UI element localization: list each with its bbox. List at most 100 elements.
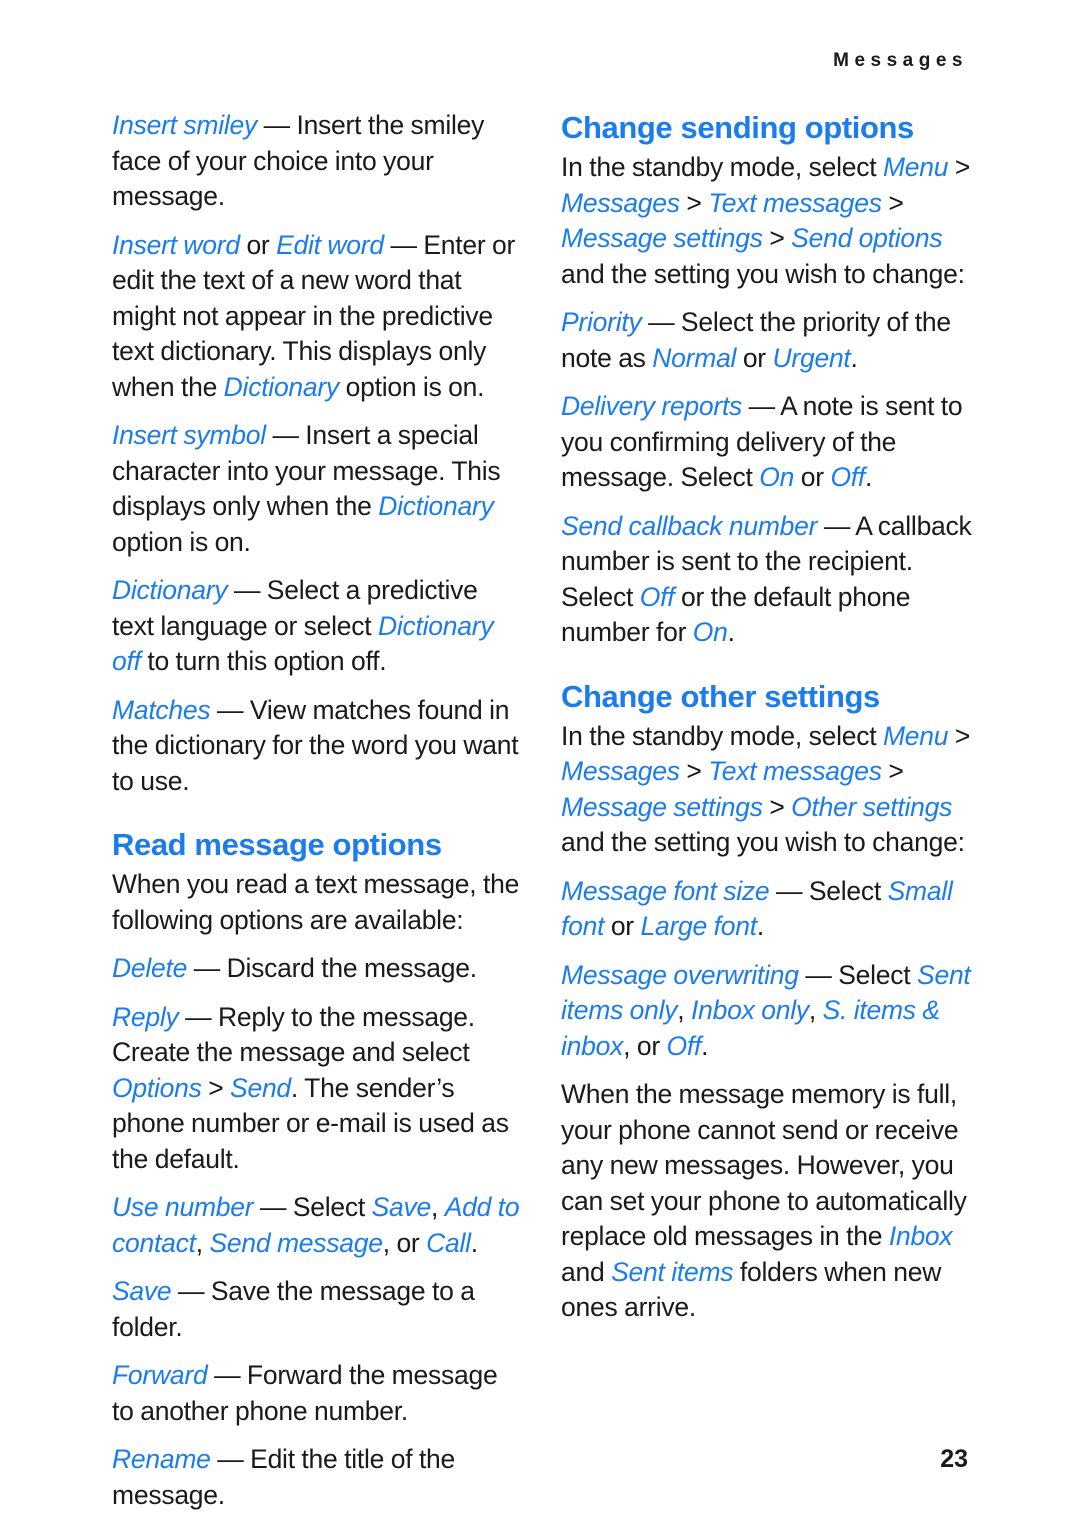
body-text: or	[736, 342, 773, 373]
page-number: 23	[940, 1445, 968, 1473]
body-text: .	[701, 1030, 709, 1061]
ui-term: Send options	[791, 223, 943, 253]
body-text: or	[239, 229, 277, 260]
left-column: Insert smiley — Insert the smiley face o…	[112, 108, 523, 1513]
ui-term: Delete	[112, 953, 188, 983]
body-text: or	[794, 462, 831, 492]
body-text: .	[865, 462, 873, 492]
ui-term: Normal	[652, 342, 737, 373]
ui-term: Large font	[640, 911, 758, 941]
para-matches: Matches — View matches found in the dict…	[112, 693, 523, 800]
page-body: Insert smiley — Insert the smiley face o…	[112, 108, 972, 1513]
ui-term: Menu	[882, 152, 949, 182]
body-text: In the standby mode, select	[561, 152, 883, 182]
body-text: >	[948, 152, 971, 182]
ui-term: Message font size	[561, 875, 770, 906]
body-text: .	[850, 342, 858, 373]
body-text: When you read a text message, the follow…	[112, 869, 520, 935]
heading-change-sending-options: Change sending options	[561, 110, 914, 145]
ui-term: Insert symbol	[112, 420, 266, 450]
ui-term: Send	[230, 1072, 291, 1103]
ui-term: Edit word	[276, 229, 384, 260]
ui-term: Insert word	[112, 229, 240, 260]
ui-term: Text messages	[708, 756, 882, 786]
body-text: option is on.	[339, 371, 485, 402]
body-text: >	[679, 756, 709, 786]
running-head: Messages	[833, 50, 968, 71]
body-text: In the standby mode, select	[561, 720, 883, 751]
ui-term: Send callback number	[561, 510, 818, 541]
ui-term: Messages	[561, 756, 680, 786]
ui-term: Message settings	[561, 791, 763, 822]
body-text: ,	[808, 995, 823, 1025]
para-send-callback-number: Send callback number — A callback number…	[561, 509, 972, 651]
body-text: >	[762, 791, 792, 822]
ui-term: Message overwriting	[561, 959, 799, 990]
para-save: Save — Save the message to a folder.	[112, 1274, 523, 1345]
body-text: >	[881, 756, 904, 786]
para-reply: Reply — Reply to the message. Create the…	[112, 1000, 523, 1178]
ui-term: Save	[371, 1192, 432, 1222]
body-text: and the setting you wish to change:	[561, 258, 965, 289]
ui-term: Dictionary	[112, 575, 228, 605]
body-text: .	[727, 617, 735, 647]
ui-term: Reply	[112, 1001, 179, 1032]
ui-term: Save	[112, 1276, 172, 1306]
ui-term: On	[692, 617, 728, 647]
para-read-intro: When you read a text message, the follow…	[112, 867, 523, 938]
ui-term: Text messages	[708, 187, 882, 218]
body-text: , or	[623, 1030, 667, 1061]
body-text: and	[561, 1256, 612, 1287]
ui-term: On	[759, 462, 795, 492]
para-priority: Priority — Select the priority of the no…	[561, 305, 972, 376]
body-text: ,	[195, 1227, 210, 1258]
ui-term: Call	[426, 1227, 471, 1258]
body-text: .	[470, 1227, 478, 1258]
para-insert-word: Insert word or Edit word — Enter or edit…	[112, 228, 523, 406]
ui-term: Dictionary	[223, 371, 340, 402]
ui-term: Send message	[209, 1227, 383, 1258]
ui-term: Urgent	[772, 342, 851, 373]
body-text: — Select	[253, 1192, 372, 1222]
ui-term: Rename	[112, 1444, 211, 1474]
ui-term: Message settings	[561, 223, 763, 253]
body-text: and the setting you wish to change:	[561, 827, 965, 857]
body-text: >	[762, 223, 792, 253]
para-message-overwriting: Message overwriting — Select Sent items …	[561, 958, 972, 1065]
ui-term: Off	[830, 462, 866, 492]
para-insert-smiley: Insert smiley — Insert the smiley face o…	[112, 108, 523, 215]
ui-term: Off	[666, 1030, 702, 1061]
body-text: ,	[677, 995, 692, 1025]
ui-term: Insert smiley	[112, 110, 257, 140]
body-text: >	[948, 720, 971, 751]
ui-term: Priority	[561, 307, 642, 337]
para-message-font-size: Message font size — Select Small font or…	[561, 874, 972, 945]
heading-read-message-options: Read message options	[112, 827, 442, 862]
body-text: >	[881, 187, 904, 218]
ui-term: Other settings	[791, 791, 953, 822]
para-delete: Delete — Discard the message.	[112, 951, 523, 987]
ui-term: Sent items	[611, 1256, 734, 1287]
body-text: or	[604, 911, 641, 941]
body-text: — Select	[798, 959, 918, 990]
para-insert-symbol: Insert symbol — Insert a special charact…	[112, 418, 523, 560]
body-text: — Select	[769, 875, 888, 906]
ui-term: Forward	[112, 1360, 208, 1390]
body-text: >	[679, 187, 709, 218]
ui-term: Messages	[561, 187, 680, 218]
ui-term: Dictionary	[378, 491, 494, 521]
ui-term: Options	[112, 1072, 202, 1103]
body-text: .	[756, 911, 764, 941]
para-forward: Forward — Forward the message to another…	[112, 1358, 523, 1429]
para-memory-full: When the message memory is full, your ph…	[561, 1077, 972, 1326]
body-text: to turn this option off.	[140, 646, 387, 676]
ui-term: Inbox	[888, 1221, 953, 1251]
para-rename: Rename — Edit the title of the message.	[112, 1442, 523, 1513]
heading-change-other-settings: Change other settings	[561, 678, 880, 714]
body-text: , or	[382, 1227, 427, 1258]
ui-term: Use number	[112, 1192, 254, 1222]
para-delivery-reports: Delivery reports — A note is sent to you…	[561, 389, 972, 496]
right-column: Change sending options In the standby mod…	[561, 108, 972, 1326]
para-other-path: In the standby mode, select Menu > Messa…	[561, 719, 972, 861]
body-text: ,	[431, 1192, 445, 1222]
